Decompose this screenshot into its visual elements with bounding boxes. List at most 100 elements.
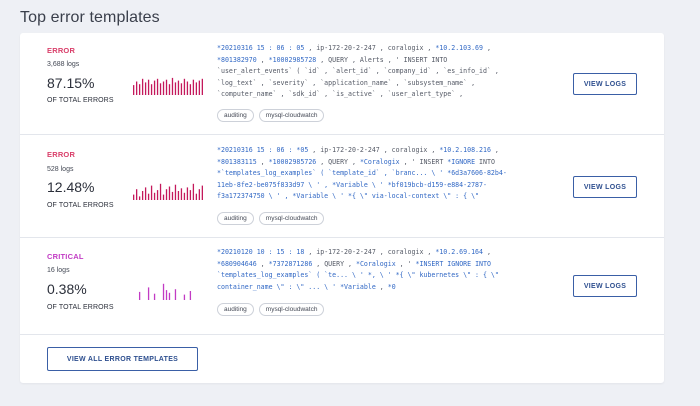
spark-bar bbox=[171, 191, 174, 200]
static-token: , QUERY , bbox=[312, 259, 356, 268]
template-row: ERROR 528 logs 12.48% OF TOTAL ERRORS *2… bbox=[20, 135, 664, 238]
template-message: *20210120 10 : 15 : 18 , ip-172-20-2-247… bbox=[217, 247, 567, 293]
tag-mysql-cloudwatch[interactable]: mysql-cloudwatch bbox=[258, 109, 325, 122]
sparkline bbox=[138, 283, 192, 300]
static-token: , bbox=[486, 44, 491, 52]
spark-bar bbox=[180, 188, 183, 200]
spark-bar bbox=[162, 283, 165, 300]
spark-bar bbox=[189, 190, 192, 200]
spark-bar bbox=[183, 78, 186, 95]
spark-bar bbox=[141, 191, 144, 200]
tag-auditing[interactable]: auditing bbox=[217, 109, 254, 122]
variable-token: *IGNORE bbox=[447, 157, 476, 166]
variable-token: *0 bbox=[387, 282, 396, 291]
view-logs-button[interactable]: VIEW LOGS bbox=[573, 176, 637, 198]
spark-bar bbox=[153, 192, 156, 200]
variable-token: *801383115 bbox=[217, 157, 257, 166]
spark-bar bbox=[159, 83, 162, 95]
spark-bar bbox=[133, 85, 135, 95]
error-percent: 87.15% bbox=[47, 75, 95, 91]
page-title: Top error templates bbox=[20, 9, 160, 26]
tag-list: auditing mysql-cloudwatch bbox=[217, 109, 325, 122]
spark-bar bbox=[201, 185, 203, 200]
tag-list: auditing mysql-cloudwatch bbox=[217, 212, 325, 225]
static-token: , bbox=[256, 55, 269, 64]
template-message: *20210316 15 : 06 : *05 , ip-172-20-2-24… bbox=[217, 145, 567, 203]
spark-bar bbox=[195, 82, 198, 95]
static-token: , bbox=[486, 248, 491, 256]
static-token: , bbox=[256, 157, 269, 166]
variable-token: *10.2.103.69 bbox=[435, 44, 483, 52]
template-message: *20210316 15 : 06 : 05 , ip-172-20-2-247… bbox=[217, 43, 567, 101]
spark-bar bbox=[180, 83, 183, 95]
spark-bar bbox=[168, 84, 171, 95]
spark-bar bbox=[162, 194, 165, 200]
variable-token: *10.2.69.164 bbox=[435, 248, 483, 256]
tag-list: auditing mysql-cloudwatch bbox=[217, 303, 325, 316]
percent-label: OF TOTAL ERRORS bbox=[47, 202, 114, 209]
spark-bar bbox=[198, 80, 201, 95]
variable-token: *20210120 10 : 15 : 18 bbox=[217, 248, 305, 256]
spark-bar bbox=[186, 187, 189, 200]
spark-bar bbox=[174, 184, 177, 200]
spark-bar bbox=[165, 189, 168, 200]
spark-bar bbox=[177, 191, 180, 200]
spark-bar bbox=[138, 196, 141, 200]
spark-bar bbox=[171, 77, 174, 95]
percent-label: OF TOTAL ERRORS bbox=[47, 304, 114, 311]
spark-bar bbox=[192, 183, 195, 200]
spark-bar bbox=[168, 292, 171, 300]
static-token: , bbox=[256, 259, 269, 268]
tag-auditing[interactable]: auditing bbox=[217, 303, 254, 316]
static-token: , ' bbox=[395, 259, 416, 268]
variable-token: *801382970 bbox=[217, 55, 257, 64]
static-token: , ip-172-20-2-247 , coralogix , bbox=[308, 146, 440, 154]
tag-mysql-cloudwatch[interactable]: mysql-cloudwatch bbox=[258, 212, 325, 225]
error-templates-card: ERROR 3,688 logs 87.15% OF TOTAL ERRORS … bbox=[20, 33, 664, 383]
tag-mysql-cloudwatch[interactable]: mysql-cloudwatch bbox=[258, 303, 325, 316]
view-logs-button[interactable]: VIEW LOGS bbox=[573, 275, 637, 297]
log-count: 16 logs bbox=[47, 267, 70, 274]
variable-token: *10002985726 bbox=[268, 157, 317, 166]
error-percent: 0.38% bbox=[47, 281, 87, 297]
spark-bar bbox=[189, 84, 192, 95]
tag-auditing[interactable]: auditing bbox=[217, 212, 254, 225]
static-token: , ' INSERT bbox=[399, 157, 448, 166]
log-count: 528 logs bbox=[47, 166, 74, 173]
sparkline bbox=[133, 77, 203, 95]
spark-bar bbox=[147, 79, 150, 95]
static-token: , bbox=[494, 146, 499, 154]
template-row: ERROR 3,688 logs 87.15% OF TOTAL ERRORS … bbox=[20, 33, 664, 135]
severity-label: ERROR bbox=[47, 150, 76, 159]
severity-label: ERROR bbox=[47, 46, 76, 55]
spark-bar bbox=[162, 81, 165, 95]
spark-bar bbox=[192, 79, 195, 95]
spark-bar bbox=[147, 193, 150, 200]
variable-token: *`templates_log_examples` ( `template_id… bbox=[217, 169, 507, 201]
spark-bar bbox=[144, 187, 147, 200]
error-percent: 12.48% bbox=[47, 179, 95, 195]
spark-bar bbox=[183, 294, 186, 300]
variable-token: *10002985728 bbox=[268, 55, 317, 64]
spark-bar bbox=[198, 189, 201, 200]
spark-bar bbox=[135, 189, 138, 200]
spark-bar bbox=[177, 80, 180, 95]
spark-bar bbox=[144, 82, 147, 95]
spark-bar bbox=[174, 82, 177, 95]
variable-token: *7372871286 bbox=[268, 259, 313, 268]
spark-bar bbox=[156, 190, 159, 200]
variable-token: *Coralogix bbox=[355, 259, 396, 268]
template-row: CRITICAL 16 logs 0.38% OF TOTAL ERRORS *… bbox=[20, 238, 664, 335]
variable-token: *20210316 15 : 06 : 05 bbox=[217, 44, 305, 52]
sparkline bbox=[133, 183, 203, 200]
spark-bar bbox=[201, 78, 203, 95]
percent-label: OF TOTAL ERRORS bbox=[47, 97, 114, 104]
spark-bar bbox=[141, 78, 144, 95]
static-token: , QUERY , bbox=[316, 157, 360, 166]
static-token: , ip-172-20-2-247 , coralogix , bbox=[304, 44, 436, 52]
variable-token: *20210316 15 : 06 : *05 bbox=[217, 146, 309, 154]
variable-token: *10.2.108.216 bbox=[439, 146, 491, 154]
spark-bar bbox=[135, 81, 138, 95]
view-logs-button[interactable]: VIEW LOGS bbox=[573, 73, 637, 95]
view-all-error-templates-button[interactable]: VIEW ALL ERROR TEMPLATES bbox=[47, 347, 198, 371]
